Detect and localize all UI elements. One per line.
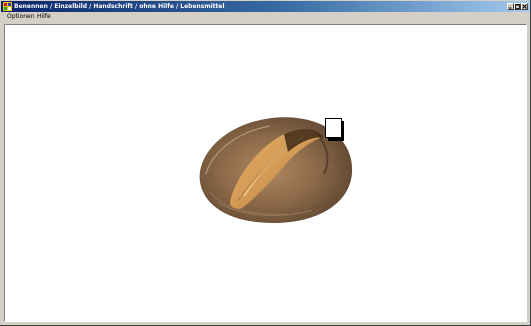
menu-optionen[interactable]: Optionen <box>7 12 35 22</box>
menu-bar: Optionen Hilfe <box>1 12 530 22</box>
minimize-button[interactable] <box>507 3 514 10</box>
close-icon <box>522 4 527 9</box>
stimulus-area <box>4 24 527 322</box>
window-title: Benennen / Einzelbild / Handschrift / oh… <box>14 3 225 10</box>
close-button[interactable] <box>521 3 528 10</box>
minimize-icon <box>508 7 512 9</box>
menu-hilfe[interactable]: Hilfe <box>37 12 51 22</box>
title-bar[interactable]: Benennen / Einzelbild / Handschrift / oh… <box>1 1 530 12</box>
answer-input-box[interactable] <box>325 118 344 141</box>
maximize-button[interactable] <box>514 3 521 10</box>
app-icon <box>3 2 12 11</box>
maximize-icon <box>515 4 520 9</box>
app-window: Benennen / Einzelbild / Handschrift / oh… <box>0 0 531 326</box>
